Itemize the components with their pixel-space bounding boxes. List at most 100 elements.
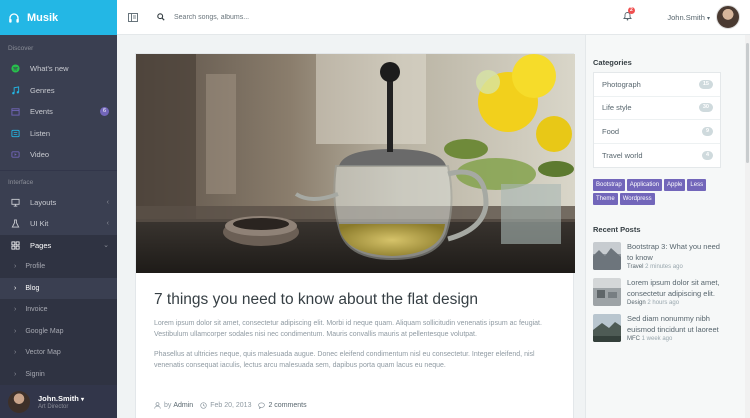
search-input[interactable] [174,13,344,21]
header-user-menu[interactable]: John.Smith ▾ [667,5,740,29]
category-count: 9 [701,126,713,136]
nav-label: What's new [30,64,69,74]
recent-post-title: Sed diam nonummy nibh euismod tincidunt … [627,314,719,334]
sub-item-invoice[interactable]: › Invoice [0,299,117,321]
music-note-icon [8,86,22,95]
caret-down-icon: ▾ [80,396,84,403]
chevron-left-icon: ‹ [106,198,109,206]
search-bar [157,13,344,21]
post-meta: by Admin Feb 20, 2013 2 comments [154,402,314,409]
sub-item-vector-map[interactable]: › Vector Map [0,342,117,364]
tag[interactable]: Less [687,179,707,191]
sub-label: Invoice [25,306,48,314]
sidebar-user-name: John.Smith ▾ [38,393,84,403]
recent-post-thumbnail [593,242,621,270]
nav-label: Listen [30,128,51,138]
notifications-badge: 2 [628,7,635,14]
events-count-badge: 6 [99,107,109,117]
nav-item-whats-new[interactable]: What's new [0,58,117,80]
tag[interactable]: Application [626,179,663,191]
sub-item-blog[interactable]: › Blog [0,277,117,299]
category-item[interactable]: Photograph 15 [594,73,720,97]
recent-post-meta: Design 2 hours ago [627,300,680,306]
sub-label: Google Map [25,327,64,335]
category-item[interactable]: Life style 30 [594,97,720,120]
tag[interactable]: Apple [664,179,686,191]
post-hero-image[interactable] [136,54,575,273]
recent-post-item[interactable]: Bootstrap 3: What you need to know Trave… [593,242,750,270]
category-count: 15 [698,79,713,89]
tag[interactable]: Wordpress [619,193,655,205]
video-icon [8,150,22,159]
brand-name: Musik [27,11,59,24]
post-comments-link[interactable]: 2 comments [268,402,306,409]
chevron-left-icon: ‹ [106,220,109,228]
recent-posts-heading: Recent Posts [593,225,641,234]
chevron-right-icon: › [14,306,17,314]
nav-label: Video [30,150,50,160]
avatar [8,390,30,413]
sidebar-divider [0,169,117,171]
notifications-button[interactable]: 2 [623,7,635,23]
nav-item-listen[interactable]: Listen [0,123,117,145]
menu-toggle-button[interactable] [117,12,149,22]
category-item[interactable]: Food 9 [594,120,720,144]
sidebar-user[interactable]: John.Smith ▾ Art Director [0,385,117,418]
clock-icon [200,402,207,409]
comment-icon [258,402,266,409]
scrollbar-thumb[interactable] [746,43,749,163]
avatar [716,5,740,29]
chevron-right-icon: › [14,284,17,292]
desktop-icon [8,198,22,207]
post-paragraph: Lorem ipsum dolor sit amet, consectetur … [154,320,542,338]
grid-icon [8,241,22,250]
category-label: Life style [602,103,632,113]
post-paragraph: Phasellus at ultricies neque, quis males… [154,351,535,369]
recent-post-title: Lorem ipsum dolor sit amet, consectetur … [627,278,720,298]
nav-item-ui-kit[interactable]: UI Kit ‹ [0,213,117,235]
post-title[interactable]: 7 things you need to know about the flat… [136,291,573,309]
nav-item-genres[interactable]: Genres [0,80,117,102]
chevron-right-icon: › [14,327,17,335]
top-header: 2 John.Smith ▾ [117,0,750,35]
sub-item-profile[interactable]: › Profile [0,256,117,278]
headphones-icon [9,12,19,23]
recent-post-meta: MFC 1 week ago [627,336,673,342]
nav-item-video[interactable]: Video [0,144,117,166]
tag[interactable]: Theme [593,193,618,205]
post-date-text: Feb 20, 2013 [210,402,252,409]
nav-label: UI Kit [30,219,49,229]
nav-item-events[interactable]: Events 6 [0,101,117,123]
category-count: 30 [698,103,713,113]
sub-label: Blog [25,284,40,292]
post-author-prefix: by [164,402,172,409]
spotify-icon [8,64,22,73]
category-label: Photograph [602,79,641,89]
recent-post-item[interactable]: Lorem ipsum dolor sit amet, consectetur … [593,278,750,306]
nav-item-layouts[interactable]: Layouts ‹ [0,192,117,214]
post-comments[interactable]: 2 comments [258,402,307,409]
category-count: 4 [701,150,713,160]
tag[interactable]: Bootstrap [593,179,625,191]
sub-item-signin[interactable]: › Signin [0,364,117,386]
category-label: Travel world [602,150,643,160]
category-item[interactable]: Travel world 4 [594,144,720,168]
sub-item-google-map[interactable]: › Google Map [0,321,117,343]
recent-post-thumbnail [593,314,621,342]
brand[interactable]: Musik [0,0,117,35]
menu-icon [128,12,138,22]
search-icon [157,13,165,21]
post-author-link[interactable]: Admin [173,402,193,409]
pages-submenu: › Profile › Blog › Invoice › Google Map › Vec… [0,256,117,385]
nav-item-pages[interactable]: Pages ⌄ [0,234,117,256]
page-scrollbar[interactable] [745,35,750,418]
user-icon [154,402,161,409]
sidebar: Musik Discover What's new Genres Events … [0,0,117,418]
tag-cloud: Bootstrap Application Apple Less Theme W… [593,179,721,205]
chevron-right-icon: › [14,349,17,357]
nav-label: Genres [30,85,55,95]
caret-down-icon: ▾ [706,15,710,22]
nav-section-interface: Interface [8,178,34,186]
recent-post-item[interactable]: Sed diam nonummy nibh euismod tincidunt … [593,314,750,342]
nav-label: Events [30,107,53,117]
